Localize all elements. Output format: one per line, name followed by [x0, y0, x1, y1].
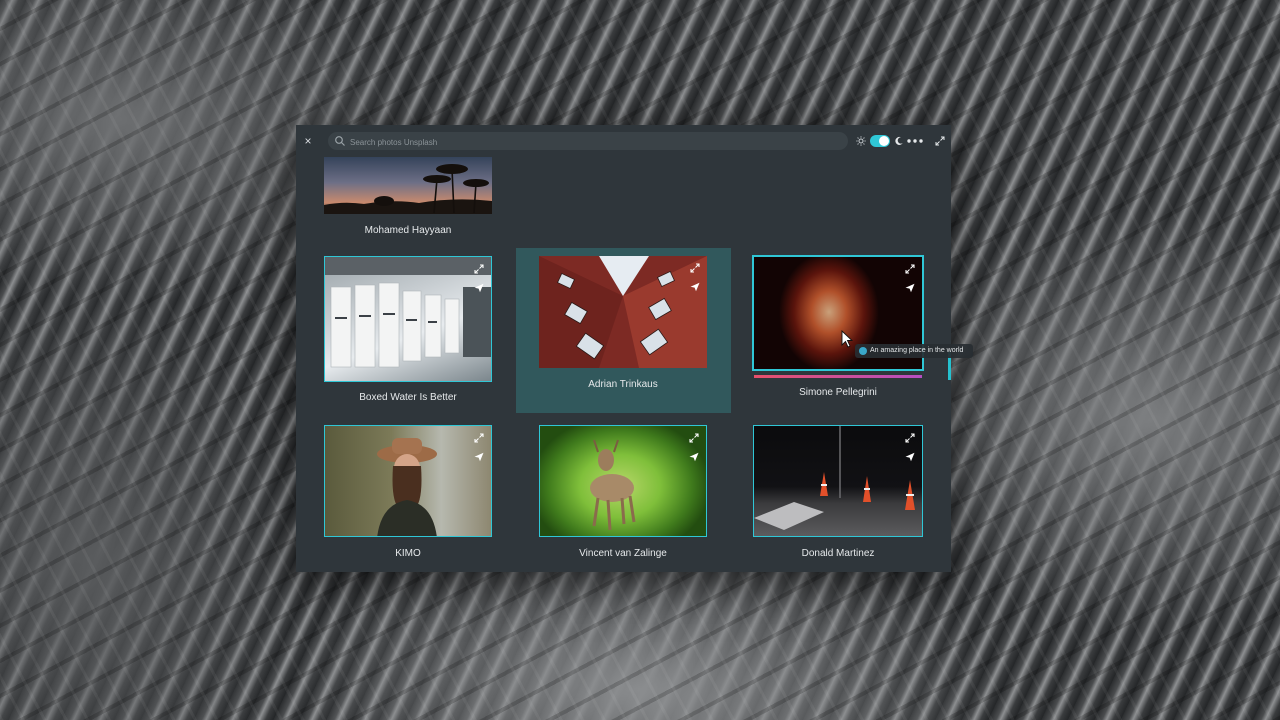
send-icon[interactable] [690, 282, 700, 292]
photo-thumbnail[interactable] [324, 425, 492, 537]
globe-icon [859, 347, 867, 355]
mouse-cursor-icon [841, 330, 853, 348]
photo-card[interactable]: Adrian Trinkaus [538, 256, 708, 401]
search-bar[interactable] [328, 132, 848, 152]
photo-thumbnail[interactable] [324, 256, 492, 382]
photo-thumbnail[interactable] [324, 157, 492, 214]
theme-toggle[interactable] [870, 135, 890, 147]
toggle-knob [879, 136, 889, 146]
palm-silhouette [324, 164, 492, 214]
fullscreen-icon[interactable] [935, 136, 945, 146]
photo-grid: Mohamed Hayyaan Boxed Water Is Better Ad… [296, 157, 951, 572]
photo-thumbnail[interactable] [539, 256, 707, 368]
expand-icon[interactable] [474, 264, 484, 274]
close-button[interactable]: × [301, 134, 315, 148]
send-icon[interactable] [474, 452, 484, 462]
milk-cartons-image [325, 257, 491, 368]
send-icon[interactable] [474, 283, 484, 293]
expand-icon[interactable] [905, 433, 915, 443]
titlebar: × [296, 125, 951, 157]
expand-icon[interactable] [689, 433, 699, 443]
photo-author: Adrian Trinkaus [588, 379, 658, 390]
send-icon[interactable] [689, 452, 699, 462]
photo-card[interactable]: Vincent van Zalinge [538, 425, 708, 570]
photo-card[interactable]: Mohamed Hayyaan [323, 157, 493, 242]
woman-hat-image [377, 438, 437, 536]
photo-card[interactable]: Boxed Water Is Better [323, 256, 493, 408]
tooltip-text: An amazing place in the world [870, 347, 964, 354]
search-icon [335, 136, 345, 146]
unsplash-window: × Search photos Unsplash Mohamed Hayyaan… [296, 125, 951, 572]
photo-author: Mohamed Hayyaan [364, 225, 452, 236]
send-icon[interactable] [905, 283, 915, 293]
photo-author: Donald Martinez [801, 548, 875, 559]
photo-card[interactable]: KIMO [323, 425, 493, 570]
building-image [539, 256, 707, 368]
photo-thumbnail[interactable] [753, 425, 923, 537]
photo-thumbnail[interactable] [539, 425, 707, 537]
photo-author: Simone Pellegrini [799, 387, 877, 398]
photo-author: Boxed Water Is Better [359, 392, 457, 403]
moon-icon [895, 136, 903, 145]
photo-card[interactable]: Simone Pellegrini [752, 255, 924, 407]
photo-card[interactable]: Donald Martinez [752, 425, 924, 570]
location-tooltip: An amazing place in the world [855, 344, 973, 358]
photo-author: Vincent van Zalinge [579, 548, 667, 559]
expand-icon[interactable] [905, 264, 915, 274]
send-icon[interactable] [905, 452, 915, 462]
search-input[interactable] [348, 132, 842, 152]
deer-image [590, 439, 636, 531]
download-progress-bar [754, 375, 922, 378]
sun-icon [856, 136, 866, 146]
more-options-icon[interactable] [907, 139, 923, 143]
expand-icon[interactable] [690, 263, 700, 273]
expand-icon[interactable] [474, 433, 484, 443]
traffic-cones-image [754, 426, 915, 530]
photo-author: KIMO [395, 548, 421, 559]
